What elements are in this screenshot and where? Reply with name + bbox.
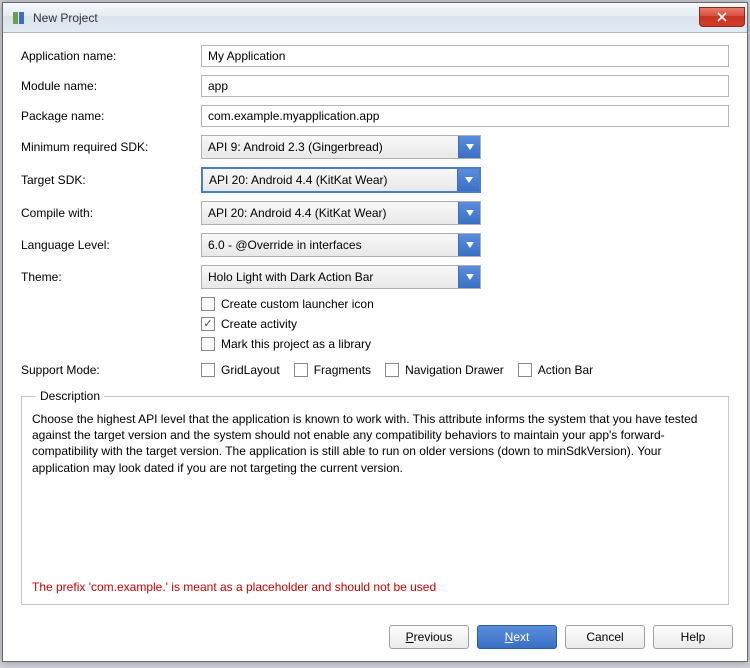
- package-name-input[interactable]: [201, 105, 729, 127]
- target-sdk-value: API 20: Android 4.4 (KitKat Wear): [203, 173, 457, 187]
- target-sdk-label: Target SDK:: [21, 173, 201, 187]
- compile-with-value: API 20: Android 4.4 (KitKat Wear): [202, 206, 458, 220]
- chevron-down-icon: [458, 234, 480, 256]
- min-sdk-value: API 9: Android 2.3 (Gingerbread): [202, 140, 458, 154]
- next-button[interactable]: Next: [477, 625, 557, 649]
- help-button[interactable]: Help: [653, 625, 733, 649]
- theme-value: Holo Light with Dark Action Bar: [202, 270, 458, 284]
- compile-with-combo[interactable]: API 20: Android 4.4 (KitKat Wear): [201, 201, 481, 225]
- gridlayout-label[interactable]: GridLayout: [221, 363, 280, 377]
- fragments-label[interactable]: Fragments: [314, 363, 371, 377]
- actionbar-label[interactable]: Action Bar: [538, 363, 593, 377]
- content-area: Application name: Module name: Package n…: [3, 33, 747, 615]
- app-icon: [11, 10, 27, 26]
- package-name-label: Package name:: [21, 109, 201, 123]
- titlebar[interactable]: New Project: [3, 3, 747, 33]
- application-name-input[interactable]: [201, 45, 729, 67]
- compile-with-label: Compile with:: [21, 206, 201, 220]
- cancel-button[interactable]: Cancel: [565, 625, 645, 649]
- custom-icon-checkbox[interactable]: [201, 297, 215, 311]
- chevron-down-icon: [458, 266, 480, 288]
- description-legend: Description: [36, 389, 104, 403]
- mark-library-label[interactable]: Mark this project as a library: [221, 337, 371, 351]
- close-button[interactable]: [699, 7, 745, 27]
- description-fieldset: Description Choose the highest API level…: [21, 389, 729, 605]
- description-text: Choose the highest API level that the ap…: [32, 411, 718, 476]
- actionbar-checkbox[interactable]: [518, 363, 532, 377]
- previous-button[interactable]: Previous: [389, 625, 469, 649]
- application-name-label: Application name:: [21, 49, 201, 63]
- create-activity-checkbox[interactable]: [201, 317, 215, 331]
- fragments-checkbox[interactable]: [294, 363, 308, 377]
- language-level-label: Language Level:: [21, 238, 201, 252]
- warning-text: The prefix 'com.example.' is meant as a …: [32, 580, 718, 594]
- navdrawer-label[interactable]: Navigation Drawer: [405, 363, 504, 377]
- target-sdk-combo[interactable]: API 20: Android 4.4 (KitKat Wear): [201, 167, 481, 193]
- navdrawer-checkbox[interactable]: [385, 363, 399, 377]
- chevron-down-icon: [458, 202, 480, 224]
- theme-label: Theme:: [21, 270, 201, 284]
- min-sdk-label: Minimum required SDK:: [21, 140, 201, 154]
- button-bar: Previous Next Cancel Help: [3, 615, 747, 661]
- mark-library-checkbox[interactable]: [201, 337, 215, 351]
- module-name-input[interactable]: [201, 75, 729, 97]
- create-activity-label[interactable]: Create activity: [221, 317, 297, 331]
- theme-combo[interactable]: Holo Light with Dark Action Bar: [201, 265, 481, 289]
- custom-icon-label[interactable]: Create custom launcher icon: [221, 297, 374, 311]
- window-title: New Project: [33, 11, 699, 25]
- min-sdk-combo[interactable]: API 9: Android 2.3 (Gingerbread): [201, 135, 481, 159]
- dialog-window: New Project Application name: Module nam…: [2, 2, 748, 662]
- module-name-label: Module name:: [21, 79, 201, 93]
- support-mode-label: Support Mode:: [21, 363, 201, 377]
- language-level-value: 6.0 - @Override in interfaces: [202, 238, 458, 252]
- chevron-down-icon: [458, 136, 480, 158]
- chevron-down-icon: [457, 169, 479, 191]
- gridlayout-checkbox[interactable]: [201, 363, 215, 377]
- language-level-combo[interactable]: 6.0 - @Override in interfaces: [201, 233, 481, 257]
